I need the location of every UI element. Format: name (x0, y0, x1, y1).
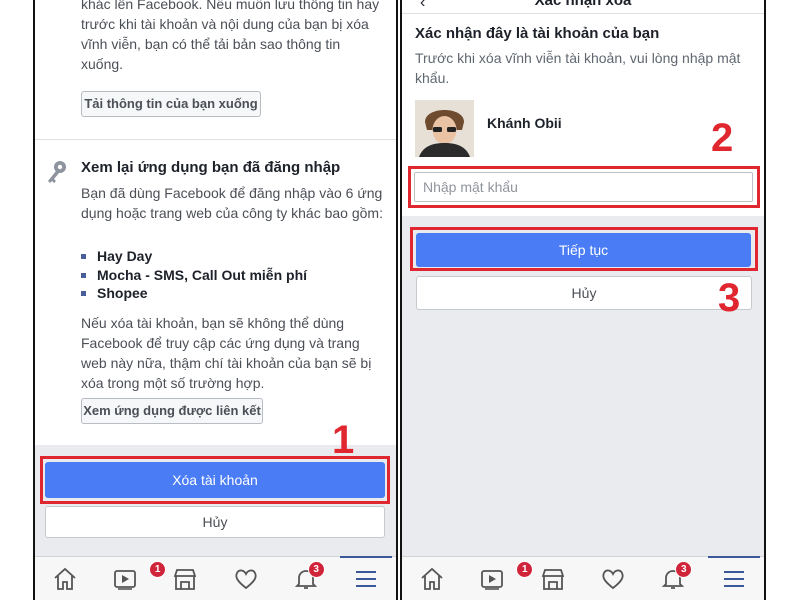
avatar (415, 100, 474, 157)
step-number-2: 2 (711, 116, 734, 160)
confirm-password-screen: ‹ Xác nhận xóa Xác nhận đây là tài khoản… (400, 0, 766, 600)
key-icon (48, 161, 66, 183)
menu-icon (355, 570, 376, 587)
tab-dating[interactable] (216, 557, 276, 600)
list-item: Hay Day (81, 247, 307, 266)
list-item: Shopee (81, 284, 307, 303)
download-info-button[interactable]: Tải thông tin của bạn xuống (81, 91, 261, 117)
tab-marketplace[interactable] (155, 557, 215, 600)
cancel-button[interactable]: Hủy (45, 506, 385, 538)
download-info-text: khác lên Facebook. Nếu muốn lưu thông ti… (81, 0, 380, 72)
tab-dating[interactable] (583, 557, 643, 600)
dating-heart-icon (602, 569, 624, 589)
profile-photo (415, 100, 474, 157)
header-title: Xác nhận xóa (534, 0, 632, 9)
user-name: Khánh Obii (487, 115, 562, 131)
tab-video[interactable]: 1 (462, 557, 534, 600)
tab-video[interactable]: 1 (95, 557, 167, 600)
step-number-1: 1 (332, 418, 355, 462)
home-icon (54, 567, 76, 590)
list-item: Mocha - SMS, Call Out miễn phí (81, 266, 307, 285)
bottom-tab-bar: 1 3 (402, 556, 764, 600)
home-icon (421, 567, 443, 590)
video-icon (481, 569, 504, 590)
highlight-box-1 (40, 456, 390, 504)
menu-icon (723, 570, 744, 587)
tab-menu[interactable] (704, 556, 764, 600)
video-icon (114, 569, 137, 590)
tab-home[interactable] (402, 557, 462, 600)
linked-apps-title: Xem lại ứng dụng bạn đã đăng nhập (81, 159, 341, 176)
view-linked-apps-button[interactable]: Xem ứng dụng được liên kết (81, 398, 263, 424)
marketplace-icon (174, 568, 197, 590)
marketplace-icon (541, 568, 565, 590)
dating-heart-icon (234, 569, 257, 589)
tab-menu[interactable] (336, 556, 396, 600)
tab-notifications[interactable]: 3 (643, 557, 703, 600)
delete-warning-text: Nếu xóa tài khoản, bạn sẽ không thể dùng… (81, 315, 372, 391)
tab-notifications[interactable]: 3 (276, 557, 336, 600)
highlight-box-2 (408, 166, 760, 208)
linked-apps-list: Hay Day Mocha - SMS, Call Out miễn phí S… (81, 247, 307, 303)
cancel-button[interactable]: Hủy (416, 276, 752, 310)
tab-home[interactable] (35, 557, 95, 600)
confirm-description: Trước khi xóa vĩnh viễn tài khoản, vui l… (415, 50, 741, 86)
delete-account-screen: khác lên Facebook. Nếu muốn lưu thông ti… (33, 0, 398, 600)
tab-marketplace[interactable] (523, 557, 583, 600)
linked-apps-description: Bạn đã dùng Facebook để đăng nhập vào 6 … (81, 185, 383, 221)
confirm-title: Xác nhận đây là tài khoản của bạn (415, 25, 660, 42)
highlight-box-3 (410, 227, 758, 271)
step-number-3: 3 (718, 276, 741, 320)
section-divider (35, 139, 396, 140)
notifications-badge: 3 (307, 561, 325, 578)
notifications-badge: 3 (675, 561, 693, 578)
bottom-tab-bar: 1 3 (35, 556, 396, 600)
